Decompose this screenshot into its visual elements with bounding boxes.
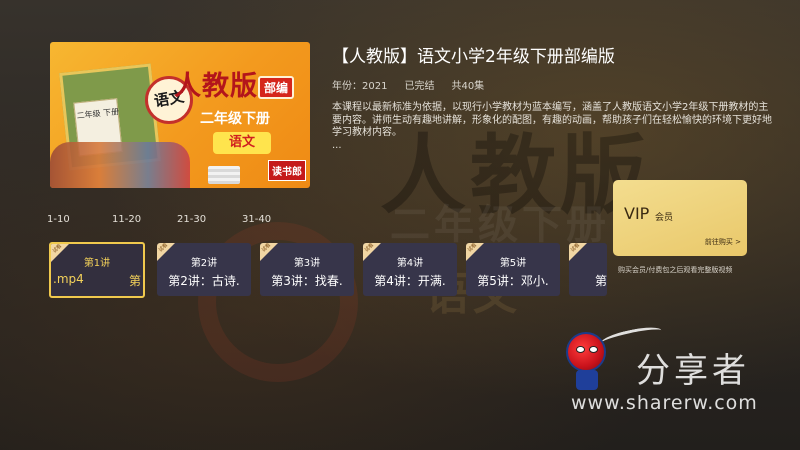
watermark-text: 分享者 (636, 351, 750, 391)
episode-title: 第5讲 (499, 258, 527, 269)
episode-title: 第2讲 (190, 258, 218, 269)
vip-label: VIP (624, 204, 650, 223)
episode-subtitle: 第2讲：古诗. (168, 274, 240, 288)
episode-subtitle: 第4讲：开满. (374, 274, 446, 288)
course-meta: 年份：2021 已完结 共40集 (332, 77, 484, 92)
episode-card-3[interactable]: 试看 第3讲 第3讲：找春. (260, 243, 354, 296)
course-title: 【人教版】语文小学2年级下册部编版 (332, 47, 615, 67)
range-tab-31-40[interactable]: 31-40 (242, 214, 307, 225)
watermark-url: www.sharerw.com (571, 392, 758, 414)
course-cover-image: 二年级 下册 语文 人教版 部编 二年级下册 语文 读书郎 (50, 42, 310, 188)
episode-card-1[interactable]: 试看 第1讲 .mp4 第 (49, 242, 145, 298)
episode-card-5[interactable]: 试看 第5讲 第5讲：邓小. (466, 243, 560, 296)
episode-subtitle: 第5讲：邓小. (477, 274, 549, 288)
watermark-mascot-eye-right (589, 346, 598, 353)
episode-card-2[interactable]: 试看 第2讲 第2讲：古诗. (157, 243, 251, 296)
cover-books-stack-icon (208, 166, 240, 184)
course-episode-count: 共40集 (451, 81, 485, 92)
episode-subtitle: 第3讲：找春. (271, 274, 343, 288)
watermark-mascot-icon (566, 332, 606, 372)
range-tab-1-10[interactable]: 1-10 (47, 214, 112, 225)
cover-brand-logo: 读书郎 (268, 160, 306, 181)
description-more[interactable]: ... (332, 140, 342, 151)
background-grade-text: 二年级下册 (390, 202, 610, 248)
episode-subtitle-scrolling-next: 第 (128, 274, 141, 288)
vip-membership-card[interactable]: VIP 会员 前往购买 > (613, 180, 747, 256)
cover-subject: 语文 (213, 132, 271, 154)
episode-range-tabs: 1-10 11-20 21-30 31-40 (47, 214, 307, 225)
vip-note: 购买会员/付费包之后观看完整版视频 (618, 266, 733, 274)
episode-subtitle: 第 (595, 274, 607, 288)
course-year: 年份：2021 (332, 81, 388, 92)
range-tab-11-20[interactable]: 11-20 (112, 214, 177, 225)
range-tab-21-30[interactable]: 21-30 (177, 214, 242, 225)
cover-children-illustration (50, 142, 190, 188)
course-description: 本课程以最新标准为依据，以现行小学教材为蓝本编写，涵盖了人教版语文小学2年级下册… (332, 102, 772, 138)
watermark-mascot-eye-left (576, 346, 585, 353)
vip-member-label: 会员 (655, 213, 674, 223)
cover-grade: 二年级下册 (200, 111, 270, 127)
vip-buy-link[interactable]: 前往购买 > (705, 237, 741, 247)
episode-title: 第4讲 (396, 258, 424, 269)
cover-badge: 部编 (258, 76, 295, 99)
episode-card-4[interactable]: 试看 第4讲 第4讲：开满. (363, 243, 457, 296)
cover-title: 人教版 (174, 71, 258, 102)
episode-title: 第1讲 (83, 258, 111, 269)
episode-subtitle-scrolling: .mp4 (53, 272, 84, 286)
watermark-mascot-body (576, 370, 598, 390)
episode-title: 第3讲 (293, 258, 321, 269)
episode-card-6-partial[interactable]: 试看 第 (569, 243, 607, 296)
course-status: 已完结 (404, 81, 435, 92)
